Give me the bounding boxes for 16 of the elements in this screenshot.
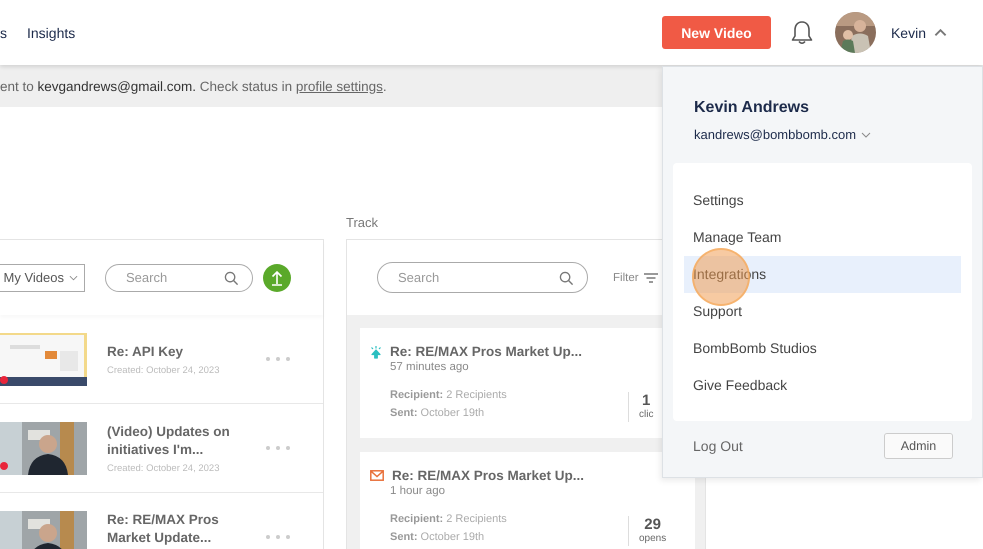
account-name: Kevin Andrews xyxy=(694,99,810,117)
sent-date: Sent: October 19th xyxy=(390,406,486,421)
sent-date: Sent: October 19th xyxy=(390,530,486,545)
recipient-text: Recipient: 2 Recipients xyxy=(390,512,508,527)
email-subject: Re: RE/MAX Pros Market Up... xyxy=(390,344,582,359)
stat-label: opens xyxy=(639,533,666,544)
created-date: Created: October 24, 2023 xyxy=(107,462,220,474)
recipient-text: Recipient: 2 Recipients xyxy=(390,388,508,403)
stat-count: 29 xyxy=(643,516,662,533)
email-subject: Re: RE/MAX Pros Market Up... xyxy=(392,468,584,483)
notice-text: ent to kevgandrews@gmail.com. Check status in profile settings. xyxy=(0,78,387,94)
created-date: Created: October 24, 2023 xyxy=(107,364,220,376)
sent-time: 1 hour ago xyxy=(390,485,446,497)
stat-label: clic xyxy=(639,409,654,420)
sent-time: 57 minutes ago xyxy=(390,361,470,373)
stat-count: 1 xyxy=(641,392,652,409)
